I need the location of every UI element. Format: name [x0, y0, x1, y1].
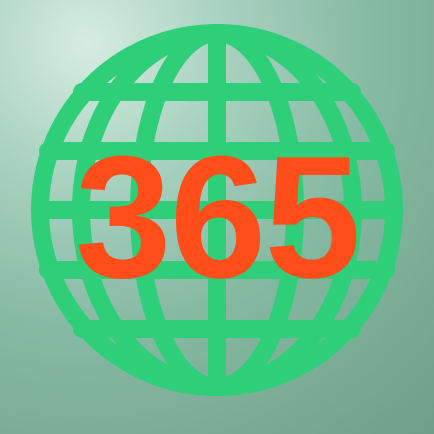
app-icon: 365 [0, 0, 434, 434]
icon-number: 365 [74, 119, 361, 314]
